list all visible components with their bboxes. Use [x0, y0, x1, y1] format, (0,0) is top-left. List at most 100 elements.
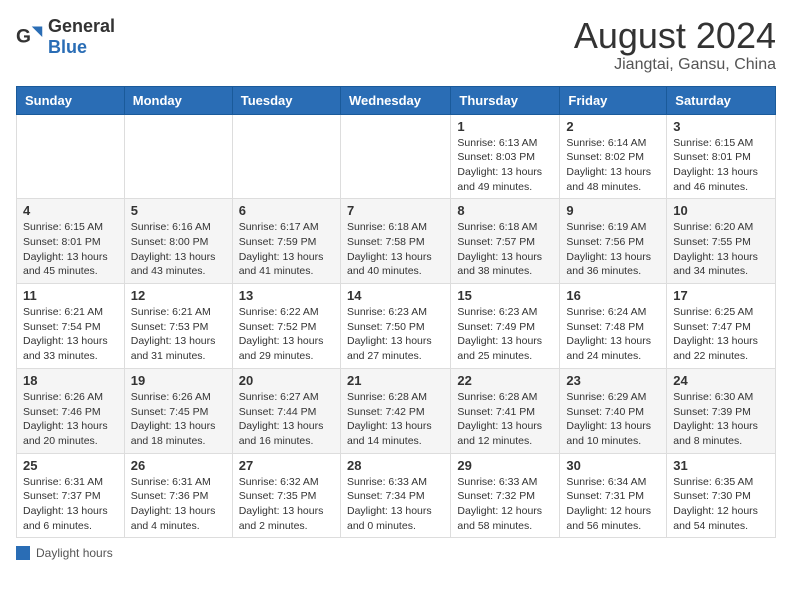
day-info: Sunrise: 6:24 AMSunset: 7:48 PMDaylight:…: [566, 305, 660, 364]
day-info: Sunrise: 6:23 AMSunset: 7:49 PMDaylight:…: [457, 305, 553, 364]
day-info: Sunrise: 6:18 AMSunset: 7:57 PMDaylight:…: [457, 220, 553, 279]
day-number: 24: [673, 373, 769, 388]
day-number: 1: [457, 119, 553, 134]
calendar-cell: 31 Sunrise: 6:35 AMSunset: 7:30 PMDayligh…: [667, 453, 776, 538]
day-number: 14: [347, 288, 444, 303]
calendar-cell: 11Sunrise: 6:21 AMSunset: 7:54 PMDayligh…: [17, 284, 125, 369]
header: G General Blue August 2024 Jiangtai, Gan…: [16, 16, 776, 74]
week-row-5: 25 Sunrise: 6:31 AMSunset: 7:37 PMDayligh…: [17, 453, 776, 538]
weekday-header-sunday: Sunday: [17, 86, 125, 114]
day-info: Sunrise: 6:34 AMSunset: 7:31 PMDaylight:…: [566, 475, 660, 534]
calendar-cell: [17, 114, 125, 199]
day-number: 21: [347, 373, 444, 388]
day-info: Sunrise: 6:23 AMSunset: 7:50 PMDaylight:…: [347, 305, 444, 364]
weekday-header-tuesday: Tuesday: [232, 86, 340, 114]
week-row-4: 18 Sunrise: 6:26 AMSunset: 7:46 PMDayligh…: [17, 368, 776, 453]
calendar-cell: 3 Sunrise: 6:15 AMSunset: 8:01 PMDaylight…: [667, 114, 776, 199]
day-number: 26: [131, 458, 226, 473]
day-number: 19: [131, 373, 226, 388]
calendar-cell: 10Sunrise: 6:20 AMSunset: 7:55 PMDayligh…: [667, 199, 776, 284]
day-info: Sunrise: 6:30 AMSunset: 7:39 PMDaylight:…: [673, 390, 769, 449]
weekday-header-saturday: Saturday: [667, 86, 776, 114]
day-number: 13: [239, 288, 334, 303]
legend: Daylight hours: [16, 546, 776, 560]
calendar-cell: 5 Sunrise: 6:16 AMSunset: 8:00 PMDaylight…: [124, 199, 232, 284]
day-number: 25: [23, 458, 118, 473]
day-number: 5: [131, 203, 226, 218]
day-info: Sunrise: 6:16 AMSunset: 8:00 PMDaylight:…: [131, 220, 226, 279]
day-info: Sunrise: 6:18 AMSunset: 7:58 PMDaylight:…: [347, 220, 444, 279]
day-info: Sunrise: 6:31 AMSunset: 7:37 PMDaylight:…: [23, 475, 118, 534]
calendar-cell: 19 Sunrise: 6:26 AMSunset: 7:45 PMDayligh…: [124, 368, 232, 453]
calendar-cell: 9Sunrise: 6:19 AMSunset: 7:56 PMDaylight…: [560, 199, 667, 284]
day-number: 17: [673, 288, 769, 303]
calendar-cell: 6 Sunrise: 6:17 AMSunset: 7:59 PMDaylight…: [232, 199, 340, 284]
logo-general: General: [48, 16, 115, 36]
day-number: 23: [566, 373, 660, 388]
svg-text:G: G: [16, 26, 31, 47]
calendar-cell: 25 Sunrise: 6:31 AMSunset: 7:37 PMDayligh…: [17, 453, 125, 538]
calendar-cell: 28Sunrise: 6:33 AMSunset: 7:34 PMDayligh…: [340, 453, 450, 538]
calendar-cell: 20 Sunrise: 6:27 AMSunset: 7:44 PMDayligh…: [232, 368, 340, 453]
day-number: 3: [673, 119, 769, 134]
day-number: 27: [239, 458, 334, 473]
day-info: Sunrise: 6:15 AMSunset: 8:01 PMDaylight:…: [673, 136, 769, 195]
day-number: 22: [457, 373, 553, 388]
calendar-cell: 4 Sunrise: 6:15 AMSunset: 8:01 PMDaylight…: [17, 199, 125, 284]
legend-label: Daylight hours: [36, 546, 113, 560]
day-number: 18: [23, 373, 118, 388]
day-number: 12: [131, 288, 226, 303]
calendar-cell: 15 Sunrise: 6:23 AMSunset: 7:49 PMDayligh…: [451, 284, 560, 369]
day-info: Sunrise: 6:28 AMSunset: 7:42 PMDaylight:…: [347, 390, 444, 449]
day-number: 31: [673, 458, 769, 473]
calendar-cell: 16Sunrise: 6:24 AMSunset: 7:48 PMDayligh…: [560, 284, 667, 369]
day-info: Sunrise: 6:35 AMSunset: 7:30 PMDaylight:…: [673, 475, 769, 534]
day-info: Sunrise: 6:21 AMSunset: 7:54 PMDaylight:…: [23, 305, 118, 364]
day-number: 20: [239, 373, 334, 388]
day-info: Sunrise: 6:26 AMSunset: 7:46 PMDaylight:…: [23, 390, 118, 449]
page-title: August 2024: [574, 16, 776, 56]
weekday-header-monday: Monday: [124, 86, 232, 114]
calendar-cell: 30 Sunrise: 6:34 AMSunset: 7:31 PMDayligh…: [560, 453, 667, 538]
weekday-header-thursday: Thursday: [451, 86, 560, 114]
day-info: Sunrise: 6:28 AMSunset: 7:41 PMDaylight:…: [457, 390, 553, 449]
day-info: Sunrise: 6:27 AMSunset: 7:44 PMDaylight:…: [239, 390, 334, 449]
day-info: Sunrise: 6:22 AMSunset: 7:52 PMDaylight:…: [239, 305, 334, 364]
day-info: Sunrise: 6:19 AMSunset: 7:56 PMDaylight:…: [566, 220, 660, 279]
calendar-cell: 26 Sunrise: 6:31 AMSunset: 7:36 PMDayligh…: [124, 453, 232, 538]
day-info: Sunrise: 6:31 AMSunset: 7:36 PMDaylight:…: [131, 475, 226, 534]
calendar-cell: 21 Sunrise: 6:28 AMSunset: 7:42 PMDayligh…: [340, 368, 450, 453]
calendar-cell: 17Sunrise: 6:25 AMSunset: 7:47 PMDayligh…: [667, 284, 776, 369]
day-info: Sunrise: 6:32 AMSunset: 7:35 PMDaylight:…: [239, 475, 334, 534]
page-subtitle: Jiangtai, Gansu, China: [574, 56, 776, 74]
legend-color-box: [16, 546, 30, 560]
day-number: 7: [347, 203, 444, 218]
day-info: Sunrise: 6:33 AMSunset: 7:32 PMDaylight:…: [457, 475, 553, 534]
calendar-cell: 7 Sunrise: 6:18 AMSunset: 7:58 PMDaylight…: [340, 199, 450, 284]
day-number: 6: [239, 203, 334, 218]
calendar-cell: 14 Sunrise: 6:23 AMSunset: 7:50 PMDayligh…: [340, 284, 450, 369]
day-number: 29: [457, 458, 553, 473]
day-info: Sunrise: 6:17 AMSunset: 7:59 PMDaylight:…: [239, 220, 334, 279]
day-number: 10: [673, 203, 769, 218]
logo: G General Blue: [16, 16, 115, 58]
week-row-1: 1Sunrise: 6:13 AMSunset: 8:03 PMDaylight…: [17, 114, 776, 199]
calendar-cell: 27 Sunrise: 6:32 AMSunset: 7:35 PMDayligh…: [232, 453, 340, 538]
logo-icon: G: [16, 23, 44, 51]
day-number: 15: [457, 288, 553, 303]
weekday-header-row: SundayMondayTuesdayWednesdayThursdayFrid…: [17, 86, 776, 114]
calendar-cell: 18 Sunrise: 6:26 AMSunset: 7:46 PMDayligh…: [17, 368, 125, 453]
calendar-cell: 8Sunrise: 6:18 AMSunset: 7:57 PMDaylight…: [451, 199, 560, 284]
day-info: Sunrise: 6:26 AMSunset: 7:45 PMDaylight:…: [131, 390, 226, 449]
day-info: Sunrise: 6:29 AMSunset: 7:40 PMDaylight:…: [566, 390, 660, 449]
day-info: Sunrise: 6:15 AMSunset: 8:01 PMDaylight:…: [23, 220, 118, 279]
week-row-2: 4 Sunrise: 6:15 AMSunset: 8:01 PMDaylight…: [17, 199, 776, 284]
calendar-cell: [124, 114, 232, 199]
day-number: 30: [566, 458, 660, 473]
day-number: 4: [23, 203, 118, 218]
calendar-cell: 23 Sunrise: 6:29 AMSunset: 7:40 PMDayligh…: [560, 368, 667, 453]
calendar-cell: [340, 114, 450, 199]
week-row-3: 11Sunrise: 6:21 AMSunset: 7:54 PMDayligh…: [17, 284, 776, 369]
calendar-cell: 29 Sunrise: 6:33 AMSunset: 7:32 PMDayligh…: [451, 453, 560, 538]
calendar-cell: [232, 114, 340, 199]
